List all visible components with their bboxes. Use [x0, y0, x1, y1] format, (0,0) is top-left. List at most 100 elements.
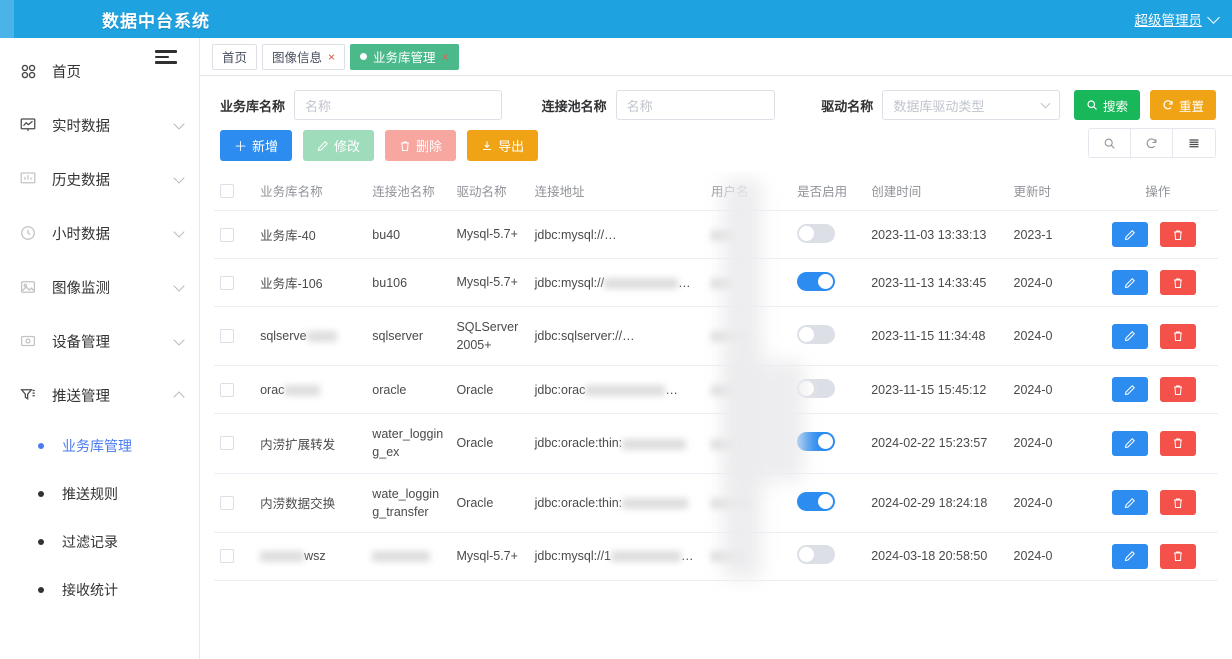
- row-checkbox[interactable]: [220, 275, 234, 290]
- cell-address: jdbc:mysql://…: [528, 210, 705, 259]
- cell-username: [704, 413, 792, 474]
- pool-name-input[interactable]: 名称: [615, 90, 776, 120]
- row-delete-button[interactable]: [1159, 377, 1196, 403]
- close-icon[interactable]: ×: [328, 51, 335, 63]
- cell-created-time: 2023-11-03 13:33:13: [865, 210, 1008, 259]
- cell-updated-time: 2024-0: [1007, 532, 1098, 581]
- cell-username: [704, 473, 792, 533]
- sidebar-subitem-receive-stats[interactable]: 接收统计: [0, 566, 199, 614]
- enable-toggle[interactable]: [797, 271, 836, 291]
- table-search-tool[interactable]: [1089, 129, 1131, 157]
- driver-select[interactable]: 数据库驱动类型: [882, 90, 1060, 120]
- row-edit-button[interactable]: [1112, 377, 1149, 403]
- table-header-row: 业务库名称 连接池名称 驱动名称 连接地址 用户名 是否启用 创建时间 更新时 …: [214, 171, 1218, 211]
- cell-enabled: [791, 258, 866, 307]
- table-row[interactable]: 内涝扩展转发 water_logging_ex Oracle jdbc:orac…: [214, 413, 1218, 474]
- sidebar-item-push-management[interactable]: 推送管理: [0, 368, 199, 422]
- table-row[interactable]: 业务库-106 bu106 Mysql-5.7+ jdbc:mysql://… …: [214, 258, 1218, 307]
- sidebar-item-label: 推送管理: [52, 388, 110, 405]
- row-delete-button[interactable]: [1159, 323, 1196, 349]
- row-delete-button[interactable]: [1159, 270, 1196, 295]
- hamburger-collapse-icon[interactable]: [155, 47, 177, 67]
- table-row[interactable]: wsz Mysql-5.7+ jdbc:mysql://1… 2024-03-1…: [214, 532, 1218, 581]
- chevron-down-icon: [173, 117, 185, 130]
- cell-address: jdbc:oracle:thin:: [528, 473, 705, 533]
- cell-address: jdbc:mysql://…: [528, 258, 705, 307]
- trash-icon: [401, 141, 410, 151]
- row-checkbox[interactable]: [220, 549, 234, 564]
- row-edit-button[interactable]: [1112, 430, 1149, 456]
- add-button[interactable]: ＋ 新增: [220, 130, 293, 161]
- sidebar-item-realtime-data[interactable]: 实时数据: [0, 98, 199, 152]
- row-delete-button[interactable]: [1159, 490, 1196, 516]
- table-refresh-tool[interactable]: [1131, 129, 1173, 157]
- search-button[interactable]: 搜索: [1073, 90, 1140, 120]
- table-columns-tool[interactable]: [1173, 129, 1215, 157]
- enable-toggle[interactable]: [797, 378, 836, 398]
- tab-label: 业务库管理: [373, 51, 436, 65]
- table-row[interactable]: 内涝数据交换 wate_logging_transfer Oracle jdbc…: [214, 473, 1218, 533]
- reset-button[interactable]: 重置: [1149, 90, 1216, 120]
- cell-enabled: [791, 413, 866, 474]
- enable-toggle[interactable]: [797, 545, 836, 565]
- tab-image-info[interactable]: 图像信息 ×: [262, 43, 346, 70]
- enable-toggle[interactable]: [797, 432, 836, 452]
- cell-pool-name: bu40: [366, 210, 451, 259]
- sidebar-subitem-push-rules[interactable]: 推送规则: [0, 470, 199, 518]
- db-name-input[interactable]: 名称: [294, 90, 502, 120]
- column-header: 连接地址: [528, 171, 705, 211]
- row-delete-button[interactable]: [1159, 543, 1196, 569]
- select-all-checkbox[interactable]: [220, 183, 234, 198]
- sidebar-subitem-business-db-management[interactable]: 业务库管理: [0, 422, 199, 470]
- enable-toggle[interactable]: [797, 223, 836, 243]
- user-menu[interactable]: 超级管理员: [1135, 0, 1220, 38]
- trash-icon: [1173, 331, 1182, 342]
- cell-enabled: [791, 365, 866, 415]
- sidebar-item-label: 设备管理: [52, 334, 110, 351]
- image-icon: [18, 277, 38, 297]
- edit-button[interactable]: 修改: [303, 130, 375, 161]
- sidebar-item-label: 历史数据: [52, 172, 110, 189]
- sidebar-item-hourly-data[interactable]: 小时数据: [0, 206, 199, 260]
- trash-icon: [1173, 385, 1182, 395]
- sidebar-item-image-monitoring[interactable]: 图像监测: [0, 260, 199, 314]
- row-checkbox[interactable]: [220, 382, 234, 397]
- pencil-icon: [1124, 551, 1136, 562]
- sidebar-subitem-filter-records[interactable]: 过滤记录: [0, 518, 199, 566]
- row-edit-button[interactable]: [1112, 543, 1149, 569]
- sidebar-item-device-management[interactable]: 设备管理: [0, 314, 199, 368]
- table-row[interactable]: orac oracle Oracle jdbc:orac… 2023-11-15…: [214, 365, 1218, 415]
- cell-address: jdbc:sqlserver://: [528, 306, 705, 367]
- tab-home[interactable]: 首页: [212, 43, 258, 70]
- row-edit-button[interactable]: [1112, 323, 1149, 349]
- tab-business-db-management[interactable]: 业务库管理 ×: [350, 43, 459, 70]
- plus-icon: ＋: [234, 139, 248, 154]
- row-checkbox[interactable]: [220, 227, 234, 242]
- monitor-chart-icon: [18, 115, 38, 135]
- row-select-cell: [214, 532, 255, 581]
- row-checkbox[interactable]: [220, 329, 234, 344]
- row-edit-button[interactable]: [1112, 490, 1149, 516]
- cell-updated-time: 2024-0: [1007, 473, 1098, 533]
- cell-actions: [1097, 258, 1218, 307]
- sidebar-item-history-data[interactable]: 历史数据: [0, 152, 199, 206]
- row-edit-button[interactable]: [1112, 270, 1149, 295]
- pool-name-placeholder: 名称: [626, 98, 653, 114]
- delete-button[interactable]: 删除: [385, 130, 457, 161]
- row-delete-button[interactable]: [1159, 222, 1196, 247]
- enable-toggle[interactable]: [797, 491, 836, 511]
- cell-actions: [1097, 365, 1218, 415]
- row-delete-button[interactable]: [1159, 430, 1196, 456]
- close-icon[interactable]: ×: [442, 51, 449, 63]
- table-row[interactable]: 业务库-40 bu40 Mysql-5.7+ jdbc:mysql://… 20…: [214, 210, 1218, 259]
- row-edit-button[interactable]: [1112, 222, 1149, 247]
- enable-toggle[interactable]: [797, 325, 836, 345]
- row-checkbox[interactable]: [220, 495, 234, 510]
- export-button[interactable]: 导出: [467, 130, 539, 161]
- sidebar-item-label: 实时数据: [52, 118, 110, 135]
- search-icon: [1087, 100, 1097, 110]
- table-row[interactable]: sqlserve sqlserver SQLServer 2005+ jdbc:…: [214, 306, 1218, 367]
- row-checkbox[interactable]: [220, 436, 234, 451]
- search-button-label: 搜索: [1102, 99, 1128, 114]
- sidebar-subitem-label: 接收统计: [62, 582, 118, 598]
